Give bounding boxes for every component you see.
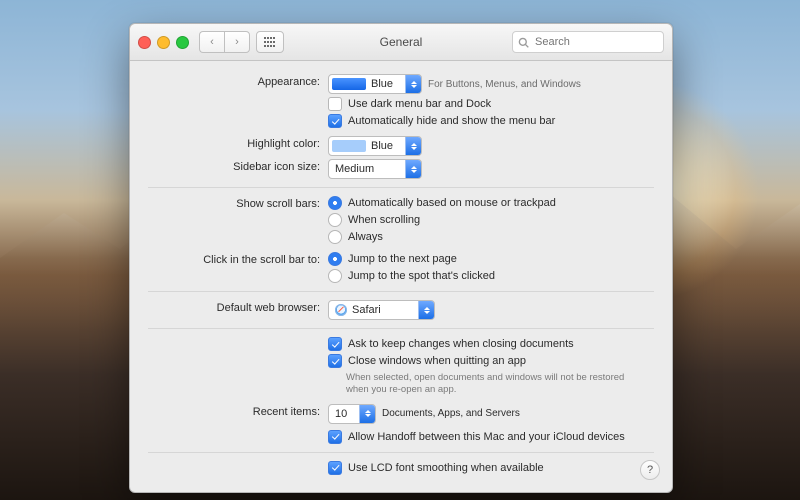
chevron-updown-icon	[405, 137, 421, 155]
show-all-prefs-button[interactable]	[256, 31, 284, 53]
search-field[interactable]	[512, 31, 664, 53]
scrollbars-whenscrolling-radio[interactable]: When scrolling	[328, 213, 654, 227]
chevron-updown-icon	[359, 405, 375, 423]
sidebar-size-value: Medium	[329, 163, 405, 175]
zoom-window-button[interactable]	[176, 36, 189, 49]
handoff-checkbox[interactable]: Allow Handoff between this Mac and your …	[328, 430, 654, 444]
close-windows-hint: When selected, open documents and window…	[346, 372, 646, 396]
lcd-smoothing-label: Use LCD font smoothing when available	[348, 462, 544, 474]
scrollbars-always-label: Always	[348, 231, 383, 243]
recent-suffix: Documents, Apps, and Servers	[382, 408, 520, 419]
scrollbars-auto-label: Automatically based on mouse or trackpad	[348, 197, 556, 209]
scrollbars-whenscrolling-label: When scrolling	[348, 214, 420, 226]
dark-menu-checkbox[interactable]: Use dark menu bar and Dock	[328, 97, 654, 111]
highlight-value: Blue	[371, 140, 393, 152]
scrollbars-auto-radio[interactable]: Automatically based on mouse or trackpad	[328, 196, 654, 210]
appearance-popup[interactable]: Blue	[328, 74, 422, 94]
minimize-window-button[interactable]	[157, 36, 170, 49]
help-button[interactable]: ?	[640, 460, 660, 480]
browser-popup[interactable]: Safari	[328, 300, 435, 320]
highlight-swatch	[332, 140, 366, 152]
highlight-popup[interactable]: Blue	[328, 136, 422, 156]
back-button[interactable]: ‹	[199, 31, 224, 53]
appearance-label: Appearance:	[148, 74, 328, 88]
handoff-label: Allow Handoff between this Mac and your …	[348, 431, 625, 443]
chevron-updown-icon	[405, 160, 421, 178]
scrollbars-always-radio[interactable]: Always	[328, 230, 654, 244]
scrollbars-label: Show scroll bars:	[148, 196, 328, 210]
scrollclick-page-radio[interactable]: Jump to the next page	[328, 252, 654, 266]
window-controls	[138, 36, 189, 49]
grid-icon	[264, 37, 276, 47]
appearance-swatch	[332, 78, 366, 90]
scrollclick-page-label: Jump to the next page	[348, 253, 457, 265]
chevron-updown-icon	[405, 75, 421, 93]
sidebar-size-label: Sidebar icon size:	[148, 159, 328, 173]
scrollclick-spot-label: Jump to the spot that's clicked	[348, 270, 495, 282]
highlight-label: Highlight color:	[148, 136, 328, 150]
close-windows-checkbox[interactable]: Close windows when quitting an app	[328, 354, 654, 368]
scrollclick-spot-radio[interactable]: Jump to the spot that's clicked	[328, 269, 654, 283]
forward-button[interactable]: ›	[224, 31, 250, 53]
dark-menu-label: Use dark menu bar and Dock	[348, 98, 491, 110]
sidebar-size-popup[interactable]: Medium	[328, 159, 422, 179]
ask-keep-changes-label: Ask to keep changes when closing documen…	[348, 338, 574, 350]
chevron-left-icon: ‹	[210, 36, 214, 48]
search-icon	[518, 37, 529, 48]
scrollclick-label: Click in the scroll bar to:	[148, 252, 328, 266]
close-windows-label: Close windows when quitting an app	[348, 355, 526, 367]
appearance-hint: For Buttons, Menus, and Windows	[428, 79, 581, 90]
appearance-value: Blue	[371, 78, 393, 90]
safari-icon	[335, 304, 347, 316]
recent-popup[interactable]: 10	[328, 404, 376, 424]
chevron-updown-icon	[418, 301, 434, 319]
browser-value: Safari	[352, 304, 381, 316]
general-preferences-window: ‹ › General Appearance:	[129, 23, 673, 493]
recent-value: 10	[329, 408, 359, 420]
autohide-menu-checkbox[interactable]: Automatically hide and show the menu bar	[328, 114, 654, 128]
browser-label: Default web browser:	[148, 300, 328, 314]
chevron-right-icon: ›	[235, 36, 239, 48]
preferences-body: Appearance: Blue For Buttons, Menus, and…	[130, 61, 672, 492]
ask-keep-changes-checkbox[interactable]: Ask to keep changes when closing documen…	[328, 337, 654, 351]
search-input[interactable]	[533, 35, 663, 49]
nav-back-forward: ‹ ›	[199, 31, 250, 53]
autohide-menu-label: Automatically hide and show the menu bar	[348, 115, 555, 127]
close-window-button[interactable]	[138, 36, 151, 49]
help-icon: ?	[647, 464, 653, 476]
titlebar: ‹ › General	[130, 24, 672, 61]
lcd-smoothing-checkbox[interactable]: Use LCD font smoothing when available	[328, 461, 654, 475]
recent-label: Recent items:	[148, 404, 328, 418]
